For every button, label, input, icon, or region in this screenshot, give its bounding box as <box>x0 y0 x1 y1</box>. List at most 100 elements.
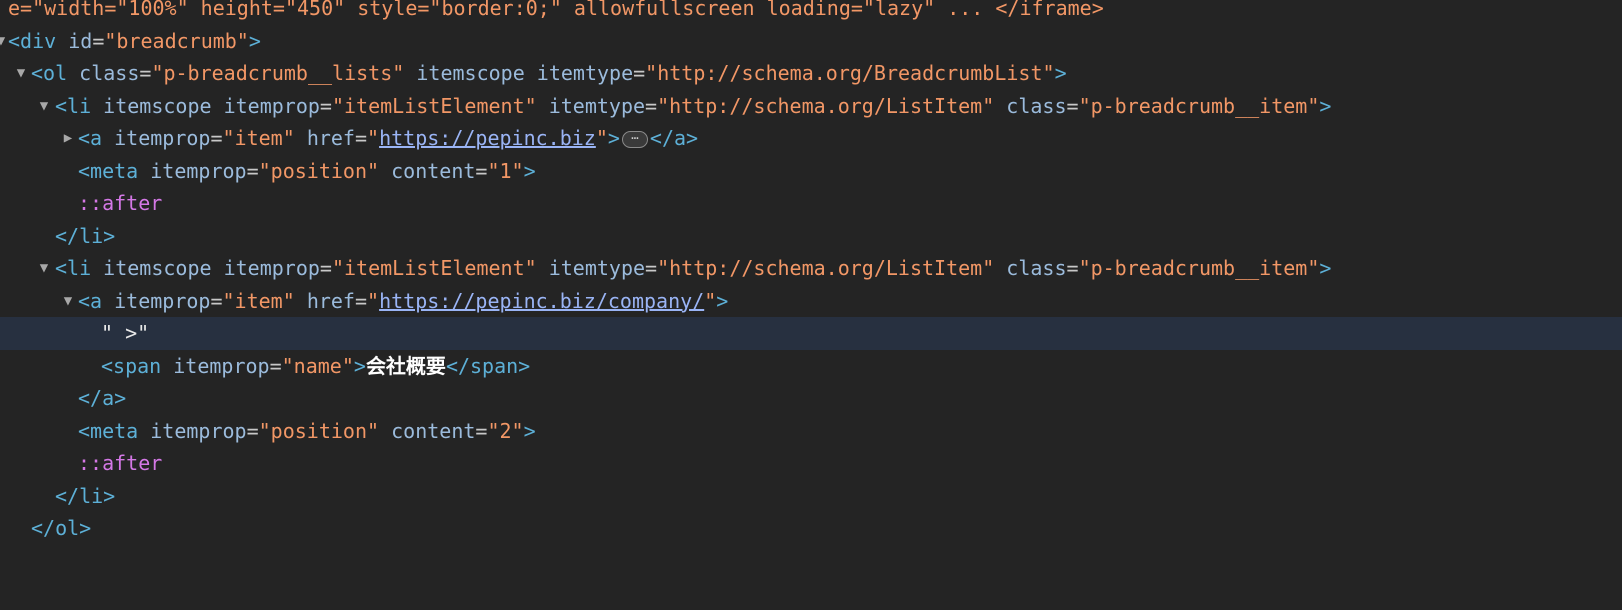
tag-open: <a <box>78 126 103 150</box>
dom-row-after-1[interactable]: ::after <box>0 187 1622 220</box>
equals-sign: = <box>1066 93 1079 118</box>
attr-name: itemtype <box>536 61 634 85</box>
expand-triangle-down-icon[interactable]: ▼ <box>61 285 75 318</box>
attr-value: "itemListElement" <box>331 256 537 280</box>
tag-end: </li> <box>55 223 116 248</box>
attr-value: "http://schema.org/BreadcrumbList" <box>645 61 1055 85</box>
equals-sign: = <box>246 418 259 443</box>
href-link[interactable]: https://pepinc.biz <box>379 126 596 150</box>
ellipsis-badge-icon[interactable]: ⋯ <box>621 131 648 148</box>
attr-value: "1" <box>487 158 524 183</box>
expand-triangle-down-icon[interactable]: ▼ <box>0 25 8 58</box>
expand-triangle-down-icon[interactable]: ▼ <box>37 90 51 123</box>
dom-row-li-1-close[interactable]: </li> <box>0 220 1622 253</box>
dom-row-meta-2[interactable]: <meta itemprop="position" content="2"> <box>0 415 1622 448</box>
equals-sign: = <box>354 288 368 313</box>
tag-open: <div <box>8 28 57 53</box>
quote: " <box>704 288 717 313</box>
attr-name: itemprop <box>173 353 270 378</box>
attr-value: "breadcrumb" <box>104 28 249 53</box>
dom-row-a-2-close[interactable]: </a> <box>0 382 1622 415</box>
equals-sign: = <box>475 418 488 443</box>
attr-value: "item" <box>222 288 295 313</box>
tag-open: <span <box>101 353 162 378</box>
dom-row-ol[interactable]: ▼ <ol class="p-breadcrumb__lists" itemsc… <box>0 57 1622 90</box>
node-li-1: <li itemscope itemprop="itemListElement"… <box>55 90 1331 123</box>
tag-open: <a <box>78 288 103 313</box>
equals-sign: = <box>246 158 259 183</box>
attr-value: "position" <box>258 418 380 443</box>
attr-name: itemscope <box>103 256 212 280</box>
expand-triangle-down-icon[interactable]: ▼ <box>14 57 28 90</box>
attr-name: itemprop <box>150 158 247 183</box>
equals-sign: = <box>354 126 368 150</box>
equals-sign: = <box>475 158 488 183</box>
tag-open: <li <box>55 93 92 118</box>
pseudo-after: ::after <box>78 451 163 475</box>
equals-sign: = <box>210 288 223 313</box>
dom-row-ol-close[interactable]: </ol> <box>0 512 1622 545</box>
attr-name: class <box>79 61 140 85</box>
attr-name: href <box>306 126 355 150</box>
dom-row-li-1[interactable]: ▼ <li itemscope itemprop="itemListElemen… <box>0 90 1622 123</box>
dom-row-li-2-close[interactable]: </li> <box>0 480 1622 513</box>
dom-row-div-breadcrumb[interactable]: ▼ <div id="breadcrumb"> <box>0 25 1622 58</box>
attr-name: href <box>306 288 355 313</box>
tag-end: </ol> <box>31 516 92 540</box>
node-span: <span itemprop="name">会社概要</span> <box>101 350 530 383</box>
dom-row-li-2[interactable]: ▼ <li itemscope itemprop = "itemListElemen… <box>0 252 1622 285</box>
attr-name: class <box>1006 256 1067 280</box>
dom-row-after-2[interactable]: ::after <box>0 447 1622 480</box>
cut-top-text: e="width="100%" height="450" style="bord… <box>8 0 1104 20</box>
dom-row-meta-1[interactable]: <meta itemprop="position" content="1"> <box>0 155 1622 188</box>
node-a-2: <a itemprop="item" href="https://pepinc.… <box>78 285 728 318</box>
span-text: 会社概要 <box>365 353 446 378</box>
equals-sign: = <box>92 28 105 53</box>
expand-triangle-right-icon[interactable]: ▶ <box>61 122 75 155</box>
tag-close: > <box>1319 256 1332 280</box>
tag-close: > <box>716 288 729 313</box>
attr-value: "http://schema.org/ListItem" <box>657 256 995 280</box>
tag-close: > <box>248 28 261 53</box>
attr-name: itemprop <box>223 256 320 280</box>
attr-value: "item" <box>222 126 295 150</box>
tag-close: > <box>607 126 620 150</box>
dom-row-a-2[interactable]: ▼ <a itemprop="item" href="https://pepin… <box>0 285 1622 318</box>
attr-value: "p-breadcrumb__lists" <box>151 61 405 85</box>
tag-open: <li <box>55 256 92 280</box>
tag-end: </span> <box>445 353 531 378</box>
node-a-1: <a itemprop="item" href="https://pepinc.… <box>78 122 698 155</box>
equals-sign: = <box>319 93 332 118</box>
node-ol: <ol class="p-breadcrumb__lists" itemscop… <box>31 57 1067 90</box>
attr-name: itemprop <box>114 126 211 150</box>
dom-row-cut-top[interactable]: e="width="100%" height="450" style="bord… <box>0 0 1622 25</box>
tag-open: <meta <box>78 418 139 443</box>
text-node: " >" <box>101 321 150 345</box>
dom-row-text-node-selected[interactable]: " >" <box>0 317 1622 350</box>
tag-end: </li> <box>55 483 116 508</box>
attr-name: content <box>391 158 476 183</box>
equals-sign: = <box>269 353 282 378</box>
tag-close: > <box>1319 93 1332 118</box>
dom-tree: e="width="100%" height="450" style="bord… <box>0 0 1622 545</box>
href-link[interactable]: https://pepinc.biz/company/ <box>379 289 704 313</box>
attr-name: itemprop <box>223 93 320 118</box>
attr-name: itemprop <box>114 288 211 313</box>
tag-end: </a> <box>78 386 127 410</box>
tag-open: <ol <box>31 61 68 85</box>
equals-sign: = <box>645 256 658 280</box>
attr-value: "2" <box>487 418 524 443</box>
node-meta-1: <meta itemprop="position" content="1"> <box>78 155 536 188</box>
dom-row-a-1[interactable]: ▶ <a itemprop="item" href="https://pepin… <box>0 122 1622 155</box>
tag-close: > <box>1054 61 1067 85</box>
equals-sign: = <box>210 126 223 150</box>
attr-value: "name" <box>281 353 354 378</box>
tag-open: <meta <box>78 158 139 183</box>
expand-triangle-down-icon[interactable]: ▼ <box>37 252 51 285</box>
attr-name: itemprop <box>150 418 247 443</box>
attr-name: id <box>68 28 93 53</box>
equals-sign: = <box>645 93 658 118</box>
node-meta-2: <meta itemprop="position" content="2"> <box>78 415 536 448</box>
dom-row-span[interactable]: <span itemprop="name">会社概要</span> <box>0 350 1622 383</box>
equals-sign: = <box>139 61 152 85</box>
